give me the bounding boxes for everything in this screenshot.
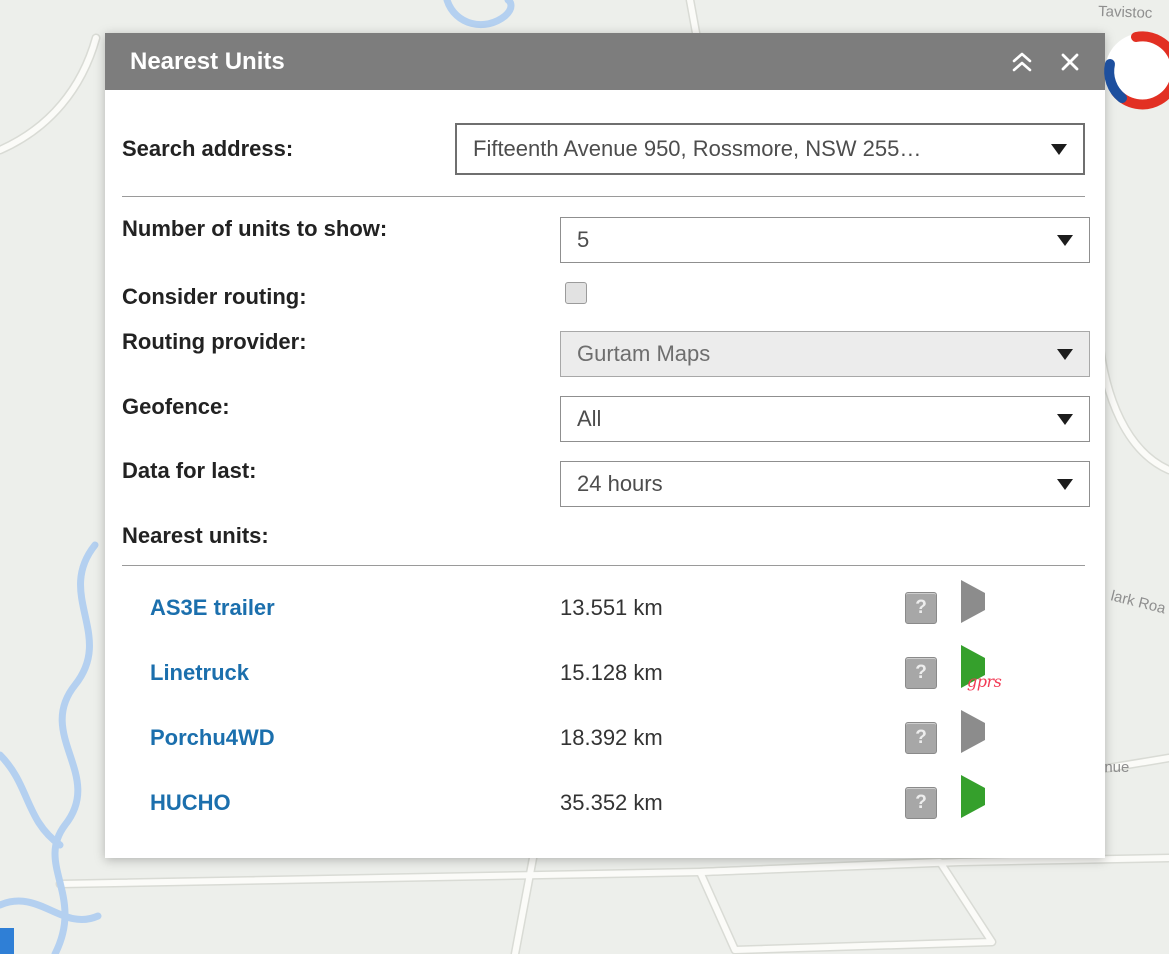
unit-name-link[interactable]: Porchu4WD [150,725,560,751]
unit-row: Porchu4WD 18.392 km ? [150,706,1050,770]
geofence-label: Geofence: [122,384,230,430]
consider-routing-checkbox[interactable] [565,282,587,304]
dialog-title: Nearest Units [130,48,991,76]
chevron-down-icon [1051,144,1067,155]
unit-row: AS3E trailer 13.551 km ? [150,576,1050,640]
nearest-units-dialog: Nearest Units Search address: Fifteenth … [105,33,1105,858]
units-count-value: 5 [577,227,1047,253]
brand-logo [1100,28,1169,114]
unit-track-icon[interactable]: gprs [961,658,989,688]
unit-track-icon[interactable] [961,593,989,623]
data-for-last-select[interactable]: 24 hours [560,461,1090,507]
dialog-title-bar: Nearest Units [105,33,1105,90]
unit-distance: 35.352 km [560,790,905,816]
unit-name-link[interactable]: Linetruck [150,660,560,686]
units-count-select[interactable]: 5 [560,217,1090,263]
nearest-units-header: Nearest units: [122,513,269,559]
chevron-down-icon [1057,414,1073,425]
data-for-last-label: Data for last: [122,448,256,494]
unit-track-icon[interactable] [961,788,989,818]
chevron-down-icon [1057,235,1073,246]
play-arrow-icon [961,580,985,623]
unit-distance: 18.392 km [560,725,905,751]
unit-distance: 13.551 km [560,595,905,621]
routing-provider-value: Gurtam Maps [577,341,1047,367]
unit-row: HUCHO 35.352 km ? [150,771,1050,835]
search-address-label: Search address: [122,126,293,172]
unit-info-button[interactable]: ? [905,592,937,624]
unit-row: Linetruck 15.128 km ? gprs [150,641,1050,705]
search-address-value: Fifteenth Avenue 950, Rossmore, NSW 255… [473,136,1041,162]
chevron-down-icon [1057,479,1073,490]
routing-provider-label: Routing provider: [122,319,307,365]
unit-track-icon[interactable] [961,723,989,753]
chevron-down-icon [1057,349,1073,360]
unit-info-button[interactable]: ? [905,722,937,754]
units-count-label: Number of units to show: [122,206,387,252]
collapse-icon[interactable] [1005,45,1039,79]
play-arrow-icon [961,710,985,753]
unit-distance: 15.128 km [560,660,905,686]
close-icon[interactable] [1053,45,1087,79]
unit-name-link[interactable]: HUCHO [150,790,560,816]
geofence-value: All [577,406,1047,432]
unit-info-button[interactable]: ? [905,657,937,689]
geofence-select[interactable]: All [560,396,1090,442]
consider-routing-label: Consider routing: [122,274,307,320]
map-marker-square [0,928,14,954]
unit-info-button[interactable]: ? [905,787,937,819]
gprs-badge: gprs [967,672,1001,691]
unit-name-link[interactable]: AS3E trailer [150,595,560,621]
search-address-select[interactable]: Fifteenth Avenue 950, Rossmore, NSW 255… [455,123,1085,175]
data-for-last-value: 24 hours [577,471,1047,497]
routing-provider-select[interactable]: Gurtam Maps [560,331,1090,377]
divider [122,565,1085,566]
divider [122,196,1085,197]
map-label-tavistock: Tavistoc [1098,3,1153,22]
play-arrow-icon [961,775,985,818]
